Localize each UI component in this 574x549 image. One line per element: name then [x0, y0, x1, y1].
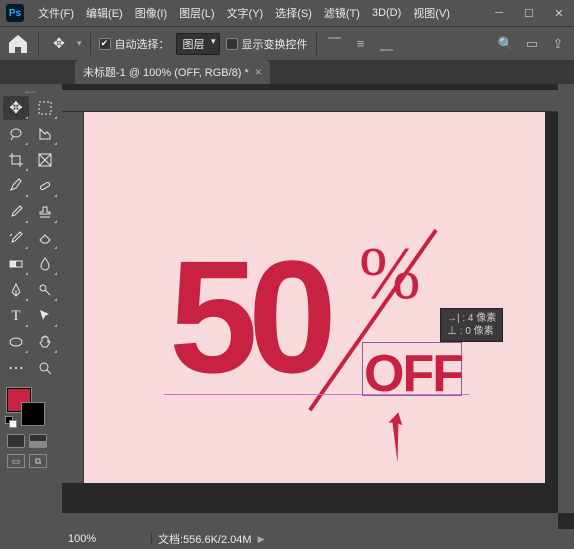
text-layer-50[interactable]: 50 [169, 237, 327, 397]
history-brush-tool[interactable] [3, 226, 29, 250]
share-icon[interactable]: ⇪ [548, 34, 568, 54]
screen-mode-icon[interactable]: ▭ [7, 454, 25, 468]
document-tab-bar: 未标题-1 @ 100% (OFF, RGB/8) * × [0, 60, 574, 84]
show-transform-label: 显示变换控件 [242, 36, 308, 52]
toolbox: ┅┅ ✥ T ⋯ ▭ ⧉ [0, 84, 62, 472]
healing-tool[interactable] [32, 174, 58, 198]
tooltip-line1: →| : 4 像素 [447, 312, 496, 325]
auto-select-checkbox[interactable]: 自动选择： [99, 36, 170, 52]
chevron-right-icon[interactable]: ▶ [258, 534, 265, 545]
dodge-tool[interactable] [32, 278, 58, 302]
canvas[interactable]: 50 % OFF →| : 4 像素 ⊥ : 0 像素 [84, 112, 545, 483]
move-tool[interactable]: ✥ [3, 96, 29, 120]
menu-file[interactable]: 文件(F) [32, 5, 80, 21]
color-swatches[interactable] [3, 388, 59, 428]
ellipse-tool[interactable] [3, 330, 29, 354]
chevron-down-icon[interactable]: ▾ [77, 38, 82, 49]
text-layer-percent[interactable]: % [359, 232, 421, 317]
separator [90, 33, 91, 55]
canvas-area: 50 % OFF →| : 4 像素 ⊥ : 0 像素 [62, 84, 574, 529]
menu-filter[interactable]: 滤镜(T) [318, 5, 366, 21]
target-dropdown[interactable]: 图层 [176, 33, 220, 55]
checkbox-icon [99, 38, 111, 50]
show-transform-checkbox[interactable]: 显示变换控件 [226, 36, 308, 52]
annotation-arrow [384, 412, 404, 467]
hand-tool[interactable] [32, 330, 58, 354]
align-top-icon[interactable]: ⎺ [325, 34, 345, 54]
frame-tool[interactable] [32, 148, 58, 172]
eraser-tool[interactable] [32, 226, 58, 250]
minimize-button[interactable]: ─ [484, 0, 514, 26]
menu-select[interactable]: 选择(S) [269, 5, 318, 21]
text-layer-off[interactable]: OFF [364, 344, 462, 404]
zoom-tool[interactable] [32, 356, 58, 380]
move-tool-icon[interactable]: ✥ [47, 34, 71, 54]
separator [316, 33, 317, 55]
stamp-tool[interactable] [32, 200, 58, 224]
document-tab[interactable]: 未标题-1 @ 100% (OFF, RGB/8) * × [75, 60, 270, 84]
doc-size: 556.6K/2.04M [183, 534, 252, 546]
blur-tool[interactable] [32, 252, 58, 276]
menu-layer[interactable]: 图层(L) [173, 5, 220, 21]
marquee-tool[interactable] [32, 96, 58, 120]
app-icon: Ps [6, 4, 24, 22]
separator [38, 33, 39, 55]
background-swatch[interactable] [21, 402, 45, 426]
window-controls: ─ ☐ ✕ [484, 0, 574, 26]
menu-edit[interactable]: 编辑(E) [80, 5, 129, 21]
search-icon[interactable]: 🔍 [496, 34, 516, 54]
scrollbar-vertical[interactable] [558, 84, 574, 513]
doc-label: 文档: [158, 534, 183, 546]
home-icon[interactable] [6, 32, 30, 56]
align-bottom-icon[interactable]: ⎽ [377, 34, 397, 54]
auto-select-label: 自动选择： [115, 36, 170, 52]
brush-tool[interactable] [3, 200, 29, 224]
tab-title: 未标题-1 @ 100% (OFF, RGB/8) * [83, 64, 249, 80]
crop-tool[interactable] [3, 148, 29, 172]
eyedropper-tool[interactable] [3, 174, 29, 198]
grip-icon[interactable]: ┅┅ [3, 88, 59, 96]
options-bar: ✥ ▾ 自动选择： 图层 显示变换控件 ⎺ ≡ ⎽ 🔍 ▭ ⇪ [0, 26, 574, 60]
menu-3d[interactable]: 3D(D) [366, 7, 407, 19]
quick-select-tool[interactable] [32, 122, 58, 146]
status-bar: 100% 文档:556.6K/2.04M ▶ [62, 529, 574, 549]
default-colors-icon[interactable] [5, 416, 17, 428]
edit-toolbar[interactable]: ⋯ [3, 356, 29, 380]
doc-info[interactable]: 文档:556.6K/2.04M [152, 531, 258, 547]
align-middle-icon[interactable]: ≡ [351, 34, 371, 54]
zoom-field[interactable]: 100% [62, 533, 152, 545]
pen-tool[interactable] [3, 278, 29, 302]
transform-tooltip: →| : 4 像素 ⊥ : 0 像素 [440, 308, 503, 342]
lasso-tool[interactable] [3, 122, 29, 146]
menu-view[interactable]: 视图(V) [407, 5, 456, 21]
quick-mask-icon-alt[interactable] [29, 434, 47, 448]
type-tool[interactable]: T [3, 304, 29, 328]
scrollbar-horizontal[interactable] [62, 513, 558, 529]
path-select-tool[interactable] [32, 304, 58, 328]
menu-type[interactable]: 文字(Y) [221, 5, 270, 21]
screen-mode-full-icon[interactable]: ⧉ [29, 454, 47, 468]
quick-mask-icon[interactable] [7, 434, 25, 448]
ruler-vertical[interactable] [62, 112, 84, 483]
close-icon[interactable]: × [255, 65, 262, 79]
document-icon[interactable]: ▭ [522, 34, 542, 54]
gradient-tool[interactable] [3, 252, 29, 276]
maximize-button[interactable]: ☐ [514, 0, 544, 26]
close-button[interactable]: ✕ [544, 0, 574, 26]
ruler-horizontal[interactable] [62, 90, 574, 112]
tooltip-line2: ⊥ : 0 像素 [447, 325, 496, 338]
checkbox-icon [226, 38, 238, 50]
menu-image[interactable]: 图像(I) [129, 5, 173, 21]
